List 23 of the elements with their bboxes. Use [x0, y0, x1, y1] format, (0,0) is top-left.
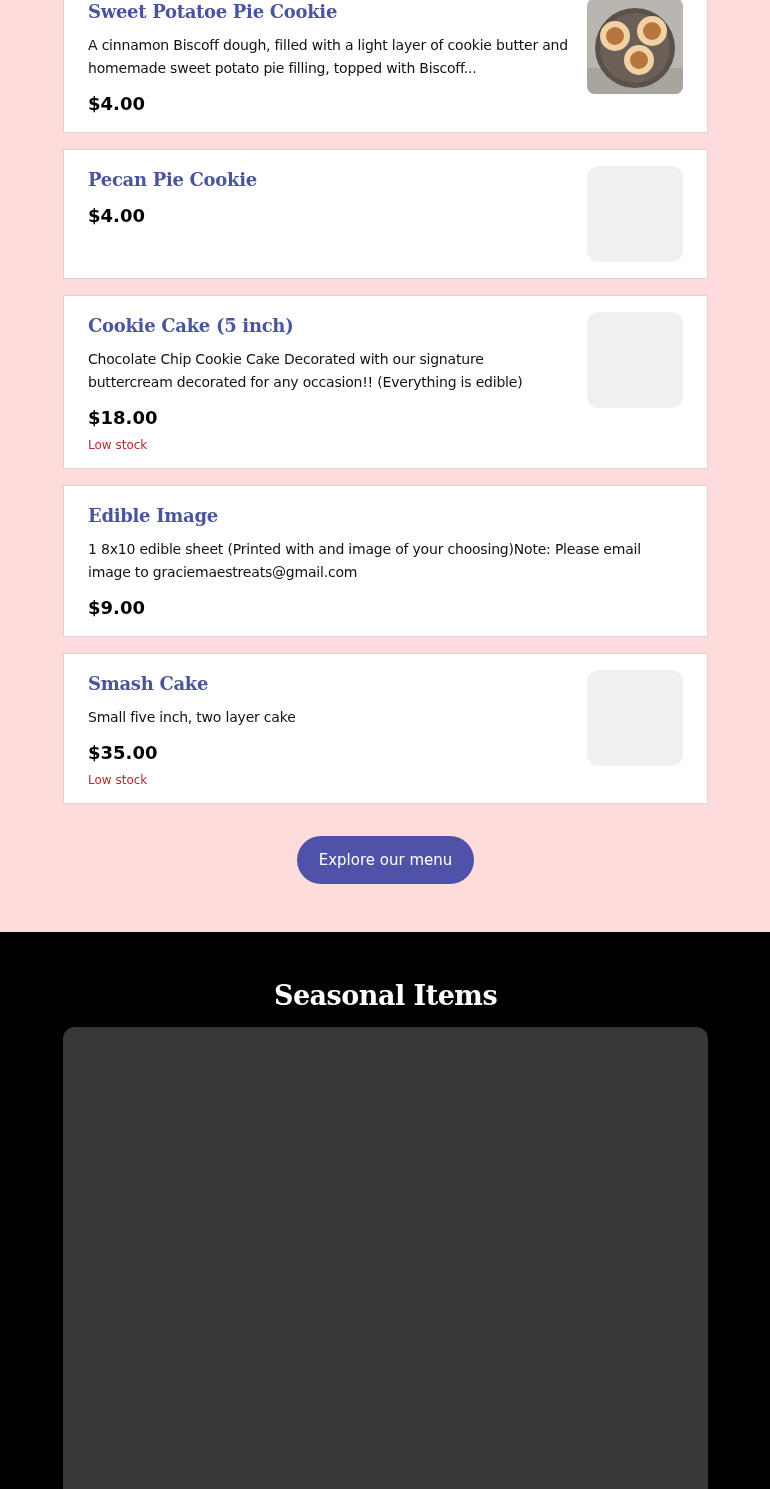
item-price: $4.00: [88, 92, 146, 116]
item-title: Sweet Potatoe Pie Cookie: [88, 0, 339, 24]
menu-item-card[interactable]: Pecan Pie Cookie $4.00: [63, 149, 708, 279]
menu-item-card[interactable]: Sweet Potatoe Pie Cookie A cinnamon Biscoff dough, filled with a light layer of cookie butter and homemade sweet potato pie filling, topped with Biscoff... $4.00: [63, 0, 708, 133]
item-price: $18.00: [88, 406, 159, 430]
item-title: Cookie Cake (5 inch): [88, 314, 295, 338]
section-heading: Seasonal Items: [272, 980, 499, 1011]
item-title: Pecan Pie Cookie: [88, 168, 258, 192]
item-price: $35.00: [88, 741, 159, 765]
item-description: A cinnamon Biscoff dough, filled with a light layer of cookie butter and homemade sweet potato pie filling, topped with Biscoff...: [88, 36, 569, 78]
item-title: Edible Image: [88, 504, 219, 528]
menu-item-card[interactable]: Smash Cake Small five inch, two layer cake $35.00 Low stock: [63, 653, 708, 804]
item-title: Smash Cake: [88, 672, 210, 696]
item-description: Chocolate Chip Cookie Cake Decorated with our signature buttercream decorated for any occasion!! (Everything is edible): [88, 350, 524, 392]
item-description: Small five inch, two layer cake: [88, 708, 297, 727]
item-price: $4.00: [88, 204, 146, 228]
menu-item-card[interactable]: Edible Image 1 8x10 edible sheet (Printed with and image of your choosing)Note: Please email image to graciemaestreats@gmail.com $9.00: [63, 485, 708, 637]
stock-note: Low stock: [88, 773, 149, 787]
explore-menu-button[interactable]: Explore our menu: [296, 836, 475, 884]
item-description: 1 8x10 edible sheet (Printed with and image of your choosing)Note: Please email image to graciemaestreats@gmail.com: [88, 540, 642, 582]
stock-note: Low stock: [88, 438, 149, 452]
item-price: $9.00: [88, 596, 146, 620]
menu-item-card[interactable]: Cookie Cake (5 inch) Chocolate Chip Cookie Cake Decorated with our signature buttercream decorated for any occasion!! (Everything is edible) $18.00 Low stock: [63, 295, 708, 469]
